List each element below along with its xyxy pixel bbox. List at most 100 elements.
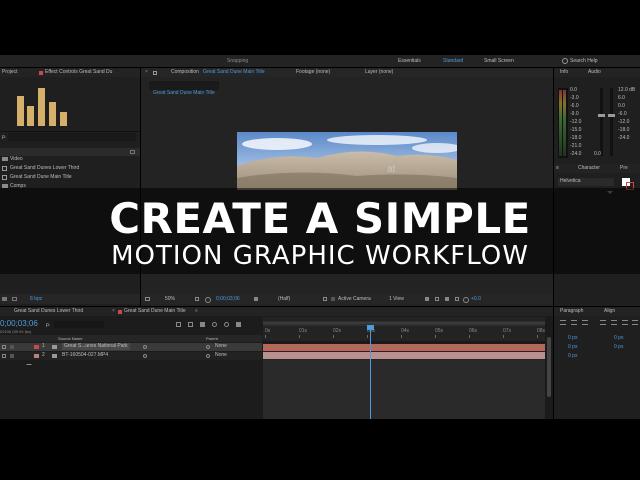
region-of-interest-icon[interactable] xyxy=(323,297,327,301)
slider-handle[interactable] xyxy=(598,114,605,117)
timeline-search-input[interactable] xyxy=(54,321,104,328)
layer-label-color[interactable] xyxy=(34,354,39,358)
tab-paragraph[interactable]: Paragraph xyxy=(560,308,583,315)
resolution-select[interactable]: (Half) xyxy=(278,296,290,303)
safe-zones-icon[interactable] xyxy=(195,297,199,301)
layer-bar-video[interactable] xyxy=(263,352,545,359)
pickwhip-icon[interactable] xyxy=(206,354,210,358)
view-layout-select[interactable]: 1 View xyxy=(389,296,404,303)
playhead-handle[interactable] xyxy=(367,325,375,330)
workspace-standard[interactable]: Standard xyxy=(443,58,463,65)
timeline-icon[interactable] xyxy=(445,297,449,301)
work-area-bar[interactable] xyxy=(263,321,545,326)
graph-editor-icon[interactable] xyxy=(236,322,241,327)
close-icon[interactable]: × xyxy=(145,69,148,76)
workspace-small-screen[interactable]: Small Screen xyxy=(484,58,514,65)
camera-icon[interactable] xyxy=(254,297,258,301)
shy-switch-icon[interactable] xyxy=(143,354,147,358)
tab-lower-third[interactable]: Great Sand Dunes Lower Third xyxy=(14,308,83,315)
tab-info[interactable]: Info xyxy=(560,69,568,76)
justify-center-icon[interactable] xyxy=(611,320,617,325)
align-left-icon[interactable] xyxy=(560,320,566,325)
snapping-label[interactable]: Snapping xyxy=(227,58,248,65)
space-before-value[interactable]: 0 px xyxy=(568,344,577,351)
snapshot-icon[interactable] xyxy=(205,297,211,303)
shy-layers-icon[interactable] xyxy=(200,322,205,327)
justify-left-icon[interactable] xyxy=(600,320,606,325)
project-search-icon[interactable]: ρ. xyxy=(2,134,6,141)
audio-slider-left[interactable] xyxy=(598,88,605,156)
search-help[interactable]: Search Help xyxy=(570,58,598,65)
exposure-reset-icon[interactable] xyxy=(463,297,469,303)
tab-effect-controls[interactable]: Effect Controls Great Sand Du xyxy=(45,69,112,76)
timeline-track-area[interactable]: 0s01s02s03s04s05s06s07s08s xyxy=(263,317,553,419)
tab-align[interactable]: Align xyxy=(604,308,615,315)
visibility-eye-icon[interactable] xyxy=(2,354,6,358)
tab-preview[interactable]: Pre xyxy=(620,165,628,172)
toggle-pixel-aspect-icon[interactable] xyxy=(425,297,429,301)
interpret-footage-icon[interactable] xyxy=(2,297,7,301)
tab-composition[interactable]: Composition xyxy=(171,69,199,76)
audio-toggle-icon[interactable] xyxy=(10,345,14,349)
draft-3d-icon[interactable] xyxy=(188,322,193,327)
layer-switches[interactable] xyxy=(153,345,175,350)
justify-all-icon[interactable] xyxy=(632,320,638,325)
audio-toggle-icon[interactable] xyxy=(10,354,14,358)
shy-switch-icon[interactable] xyxy=(143,345,147,349)
tab-layer[interactable]: Layer (none) xyxy=(365,69,393,76)
current-timecode[interactable]: 0;00;03;06 xyxy=(216,296,240,303)
indent-left-value[interactable]: 0 px xyxy=(568,335,577,342)
tab-main-title[interactable]: Great Sand Dune Main Title xyxy=(124,308,186,315)
flowchart-icon[interactable] xyxy=(455,297,459,301)
tab-composition-name[interactable]: Great Sand Dune Main Title xyxy=(203,69,265,76)
pickwhip-icon[interactable] xyxy=(206,345,210,349)
composition-viewer[interactable]: at xyxy=(237,132,457,190)
slider-handle[interactable] xyxy=(608,114,615,117)
project-search-input[interactable] xyxy=(8,133,136,141)
tab-character[interactable]: Character xyxy=(578,165,600,172)
camera-select[interactable]: Active Camera xyxy=(338,296,371,303)
parent-select[interactable]: None xyxy=(215,343,227,350)
timeline-timecode[interactable]: 0;00;03;06 xyxy=(0,319,38,328)
align-center-icon[interactable] xyxy=(571,320,577,325)
timeline-search-icon[interactable]: ρ. xyxy=(46,322,50,329)
parent-select[interactable]: None xyxy=(215,352,227,359)
list-item[interactable]: Great Sand Dune Main Title xyxy=(0,173,140,182)
bit-depth-button[interactable]: 8 bpc xyxy=(30,296,42,303)
layer-label-color[interactable] xyxy=(34,345,39,349)
tab-footage[interactable]: Footage (none) xyxy=(296,69,330,76)
panel-menu-icon[interactable]: ≡ xyxy=(556,165,559,172)
lock-icon[interactable] xyxy=(153,71,157,75)
first-line-indent-value[interactable]: 0 px xyxy=(568,353,577,360)
visibility-eye-icon[interactable] xyxy=(2,345,6,349)
table-row[interactable]: 1 Great S...unes National Park None xyxy=(0,343,262,359)
transparency-grid-icon[interactable] xyxy=(331,297,335,301)
workspace-essentials[interactable]: Essentials xyxy=(398,58,421,65)
align-right-icon[interactable] xyxy=(582,320,588,325)
timeline-scrollbar[interactable] xyxy=(545,317,553,419)
layer-bar-title[interactable] xyxy=(263,344,545,351)
layer-name[interactable]: BT-160504-027.MP4 xyxy=(62,352,108,359)
layer-name[interactable]: Great S...unes National Park xyxy=(62,343,130,350)
tab-menu-icon[interactable]: ≡ xyxy=(195,308,198,315)
layer-switches[interactable] xyxy=(153,354,175,359)
fast-previews-icon[interactable] xyxy=(435,297,439,301)
zoom-select[interactable]: 50% xyxy=(165,296,175,303)
frame-blending-icon[interactable] xyxy=(212,322,217,327)
time-ruler[interactable]: 0s01s02s03s04s05s06s07s08s xyxy=(263,328,545,338)
always-preview-icon[interactable] xyxy=(145,297,150,301)
list-item[interactable]: Great Sand Dunes Lower Third xyxy=(0,164,140,173)
tab-project[interactable]: Project xyxy=(2,69,18,76)
font-family-select[interactable]: Helvetica xyxy=(558,178,614,194)
audio-slider-right[interactable] xyxy=(608,88,615,156)
exposure-value[interactable]: +0.0 xyxy=(471,296,481,303)
motion-blur-icon[interactable] xyxy=(224,322,229,327)
composition-breadcrumb[interactable]: Great Sand Dune Main Title xyxy=(149,81,219,96)
comp-mini-flowchart-icon[interactable] xyxy=(176,322,181,327)
column-options-icon[interactable] xyxy=(130,150,135,154)
tab-audio[interactable]: Audio xyxy=(588,69,601,76)
indent-right-value[interactable]: 0 px xyxy=(614,335,623,342)
playhead[interactable] xyxy=(367,325,375,419)
new-folder-icon[interactable] xyxy=(12,297,17,301)
justify-right-icon[interactable] xyxy=(622,320,628,325)
